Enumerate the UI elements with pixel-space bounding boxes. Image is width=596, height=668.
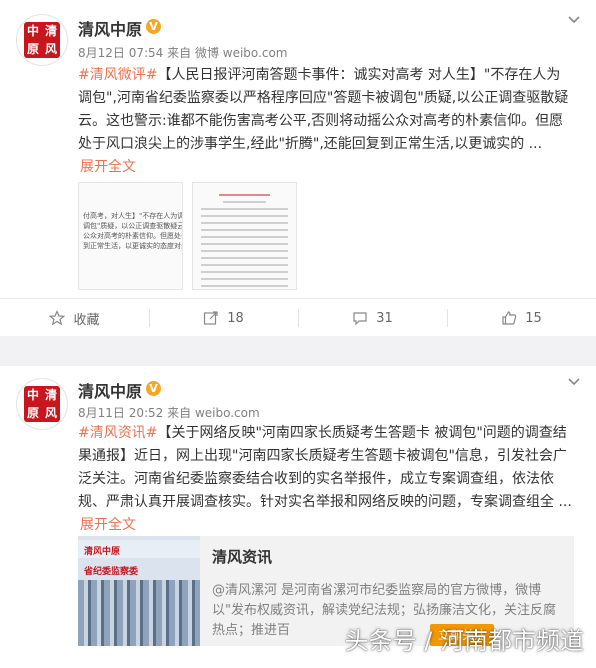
post-date[interactable]: 8月12日 07:54	[78, 46, 163, 60]
post-meta: 8月12日 07:54 来自 微博 weibo.com	[78, 44, 288, 61]
post-image-2[interactable]	[192, 182, 297, 290]
share-icon	[204, 311, 218, 325]
post-source[interactable]: 来自 weibo.com	[167, 406, 260, 420]
watermark: 头条号 / 河南都市频道	[344, 627, 584, 655]
post-date[interactable]: 8月11日 20:52	[78, 406, 163, 420]
like-button[interactable]: 15	[447, 299, 596, 337]
comment-button[interactable]: 31	[298, 299, 447, 337]
expand-full-text-link[interactable]: 展开全文	[80, 514, 136, 534]
post-separator	[0, 336, 596, 366]
share-button[interactable]: 18	[149, 299, 298, 337]
action-bar: 收藏 18 31 15	[0, 298, 596, 337]
avatar[interactable]: 中清 原风	[16, 14, 68, 66]
verified-badge-icon: V	[146, 19, 161, 34]
avatar-seal-logo: 中清 原风	[24, 22, 60, 58]
avatar[interactable]: 中清 原风	[16, 378, 68, 430]
post-meta: 8月11日 20:52 来自 weibo.com	[78, 404, 260, 421]
hashtag-link[interactable]: #清风微评#	[78, 67, 157, 83]
expand-full-text-link[interactable]: 展开全文	[80, 156, 136, 176]
post-text: #清风微评#【人民日报评河南答题卡事件：诚实对高考 对人生】"不存在人为调包",…	[78, 64, 574, 156]
image-caption-2: 省纪委监察委	[84, 567, 139, 577]
chevron-down-icon[interactable]	[566, 12, 582, 28]
like-icon	[502, 311, 517, 325]
post-source[interactable]: 来自 微博 weibo.com	[167, 46, 287, 60]
favorite-button[interactable]: 收藏	[0, 299, 149, 337]
image-document-lines	[193, 183, 296, 287]
nickname[interactable]: 清风中原	[78, 378, 142, 402]
post-text: #清风资讯#【关于网络反映"河南四家长质疑考生答题卡 被调包"问题的调查结果通报…	[78, 422, 574, 514]
chevron-down-icon[interactable]	[566, 374, 582, 390]
link-card-image: 清风中原 省纪委监察委	[78, 536, 200, 646]
link-card-title[interactable]: 清风资讯	[212, 546, 562, 567]
weibo-post-1: 中清 原风 清风中原 V 8月12日 07:54 来自 微博 weibo.com…	[0, 0, 596, 336]
image-text: 付高考，对人生】"不存在人为调包"，河南 调包"质疑，以公正调查驱散疑云。这也警…	[83, 212, 183, 250]
image-photo	[78, 580, 200, 646]
image-caption-1: 清风中原	[84, 547, 121, 557]
star-icon	[49, 310, 66, 326]
hashtag-link[interactable]: #清风资讯#	[78, 425, 157, 441]
nickname[interactable]: 清风中原	[78, 16, 142, 40]
verified-badge-icon: V	[146, 381, 161, 396]
post-image-1[interactable]: 付高考，对人生】"不存在人为调包"，河南 调包"质疑，以公正调查驱散疑云。这也警…	[78, 182, 183, 290]
comment-icon	[353, 312, 367, 326]
avatar-seal-logo: 中清 原风	[24, 386, 60, 422]
